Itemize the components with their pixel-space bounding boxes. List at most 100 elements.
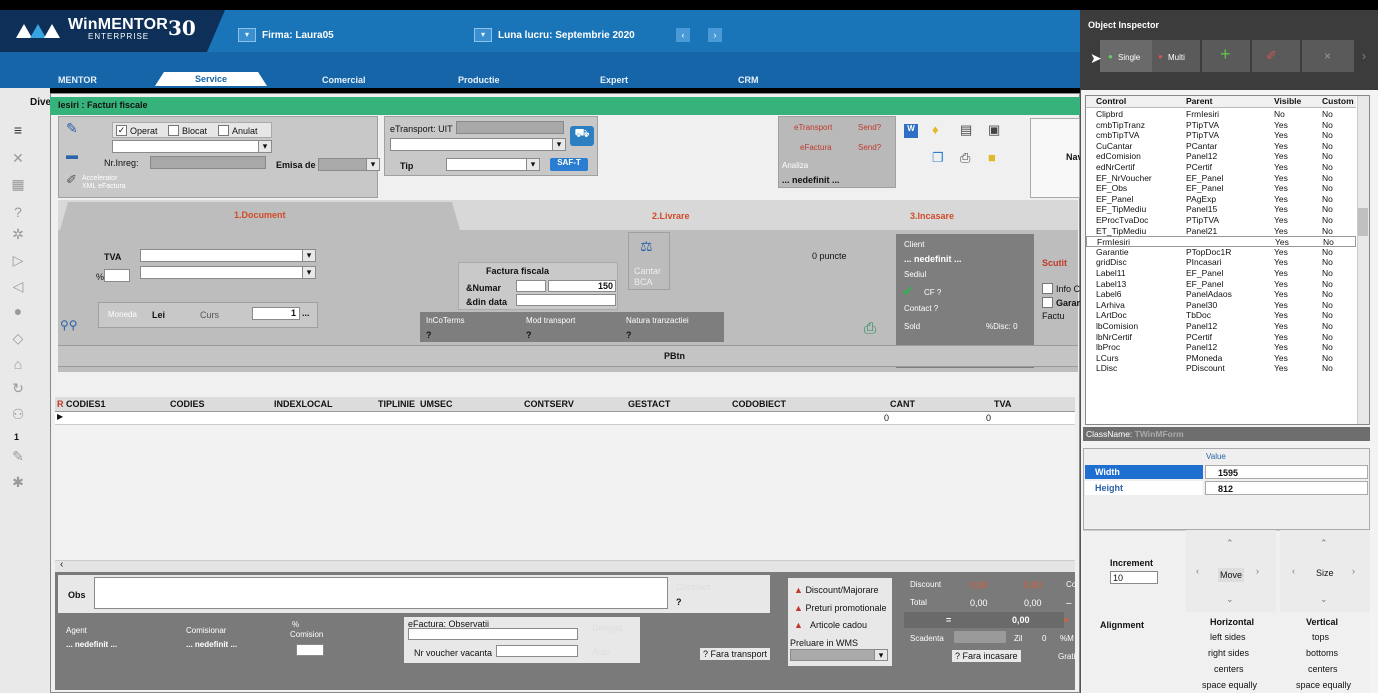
col-control[interactable]: Control [1096,96,1126,107]
blocat-checkbox[interactable] [168,125,179,136]
chart-icon[interactable]: ▦ [8,176,28,192]
list-item[interactable]: Label6 PanelAdaos Yes No [1086,289,1356,300]
list-item[interactable]: cmbTipTVA PTipTVA Yes No [1086,130,1356,141]
align-bottoms[interactable]: bottoms [1306,648,1338,658]
col-umsec[interactable]: UMSEC [420,399,453,409]
users-icon[interactable]: ⚇ [8,406,28,422]
operat-checkbox[interactable]: ✓ [116,125,127,136]
cantar-radio[interactable]: Cantar [634,266,661,276]
tab-mentor[interactable]: MENTOR [58,75,97,85]
saft-button[interactable]: SAF-T [550,158,588,171]
efactura-button[interactable]: eFactura [800,143,832,152]
tva-type-dropdown[interactable] [140,266,316,279]
contact-label[interactable]: Contact ? [904,304,938,313]
delegat-label[interactable]: Delegat [592,623,623,633]
accelerator-icon[interactable]: ✐ [66,172,77,188]
incoterms-value[interactable]: ? [426,330,432,340]
col-contserv[interactable]: CONTSERV [524,399,574,409]
copy-icon[interactable]: ❐ [932,150,944,166]
col-custom[interactable]: Custom [1322,96,1354,107]
contract-value[interactable]: ? [676,597,682,607]
list-item[interactable]: FrmIesiri Yes No [1086,236,1356,247]
list-item[interactable]: EF_TipMediu Panel15 Yes No [1086,204,1356,215]
firma-dropdown-button[interactable]: ▾ [238,28,256,42]
align-v-space-equally[interactable]: space equally [1296,680,1351,690]
client-value[interactable]: ... nedefinit ... [904,254,962,264]
align-h-centers[interactable]: centers [1214,664,1244,674]
luna-dropdown-button[interactable]: ▾ [474,28,492,42]
width-property-name[interactable]: Width [1085,465,1203,479]
move-down-icon[interactable]: ⌄ [1226,594,1234,605]
size-right-icon[interactable]: › [1352,566,1355,576]
flag-icon[interactable]: ▬ [66,148,78,162]
list-item[interactable]: LArhiva Panel30 Yes No [1086,300,1356,311]
list-item[interactable]: edComision Panel12 Yes No [1086,151,1356,162]
emisa-de-dropdown[interactable] [318,158,380,171]
natura-value[interactable]: ? [626,330,632,340]
next-month-button[interactable]: › [708,28,722,42]
pen-icon[interactable]: ✎ [8,448,28,464]
col-indexlocal[interactable]: INDEXLOCAL [274,399,333,409]
tip-dropdown[interactable] [446,158,540,171]
etransport-uit-field[interactable] [456,121,564,134]
preluare-dropdown[interactable] [790,649,888,661]
tab-crm[interactable]: CRM [738,75,759,85]
move-left-icon[interactable]: ‹ [1196,566,1199,576]
tab-incasare[interactable]: 3.Incasare [910,211,954,221]
col-visible[interactable]: Visible [1274,96,1301,107]
tab-expert[interactable]: Expert [600,75,628,85]
list-item[interactable]: gridDisc PIncasari Yes No [1086,257,1356,268]
agent-value[interactable]: ... nedefinit ... [66,640,117,649]
search-icon[interactable]: ⚲⚲ [60,318,78,332]
stop-icon[interactable]: ● [8,303,28,319]
list-item[interactable]: CuCantar PCantar Yes No [1086,141,1356,152]
col-tiplinie[interactable]: TIPLINIE [378,399,415,409]
size-up-icon[interactable]: ⌃ [1320,538,1328,549]
size-down-icon[interactable]: ⌄ [1320,594,1328,605]
play-icon[interactable]: ▷ [8,252,28,268]
comision-field[interactable] [296,644,324,656]
size-left-icon[interactable]: ‹ [1292,566,1295,576]
height-property-name[interactable]: Height [1085,481,1203,495]
edit-icon[interactable]: ✎ [66,120,78,137]
auto-label[interactable]: Auto [592,647,611,657]
align-tops[interactable]: tops [1312,632,1329,642]
preturi-item[interactable]: ▲ Preturi promotionale [794,603,886,613]
prev-month-button[interactable]: ‹ [676,28,690,42]
align-left-sides[interactable]: left sides [1210,632,1246,642]
col-parent[interactable]: Parent [1186,96,1212,107]
etransport-send-button[interactable]: Send? [858,123,881,132]
list-item[interactable]: cmbTipTranz PTipTVA Yes No [1086,120,1356,131]
refresh-icon[interactable]: ↻ [8,380,28,396]
settings-icon[interactable]: ✲ [8,226,28,242]
tools-icon[interactable]: ✕ [8,150,28,166]
list-item[interactable]: Clipbrd FrmIesiri No No [1086,109,1356,120]
table-row[interactable] [55,412,1075,425]
discount-majorare-item[interactable]: ▲ Discount/Majorare [794,585,878,595]
fara-incasare-button[interactable]: ? Fara incasare [952,650,1021,662]
voucher-field[interactable] [496,645,578,657]
tva-dropdown[interactable] [140,249,316,262]
list-item[interactable]: EProcTvaDoc PTipTVA Yes No [1086,215,1356,226]
list-item[interactable]: lbNrCertif PCertif Yes No [1086,332,1356,343]
col-gestact[interactable]: GESTACT [628,399,670,409]
col-tva[interactable]: TVA [994,399,1011,409]
numar-field[interactable]: 150 [548,280,616,292]
printer-icon[interactable]: ⎙ [864,320,876,337]
list-item[interactable]: Garantie PTopDoc1R Yes No [1086,247,1356,258]
list-item[interactable]: lbProc Panel12 Yes No [1086,342,1356,353]
controls-grid-scroll-thumb[interactable] [1358,208,1368,236]
col-cant[interactable]: CANT [890,399,915,409]
cf-label[interactable]: CF ? [924,288,941,297]
list-item[interactable]: Label13 EF_Panel Yes No [1086,279,1356,290]
increment-field[interactable]: 10 [1110,571,1158,584]
list-item[interactable]: LDisc PDiscount Yes No [1086,363,1356,374]
menu-icon[interactable]: ≡ [8,122,28,138]
document-icon[interactable]: ▤ [960,122,972,138]
document-type-dropdown[interactable] [112,140,272,153]
move-right-icon[interactable]: › [1256,566,1259,576]
list-item[interactable]: Label11 EF_Panel Yes No [1086,268,1356,279]
articole-item[interactable]: ▲ Articole cadou [794,620,867,630]
list-item[interactable]: EF_Obs EF_Panel Yes No [1086,183,1356,194]
list-item[interactable]: edNrCertif PCertif Yes No [1086,162,1356,173]
